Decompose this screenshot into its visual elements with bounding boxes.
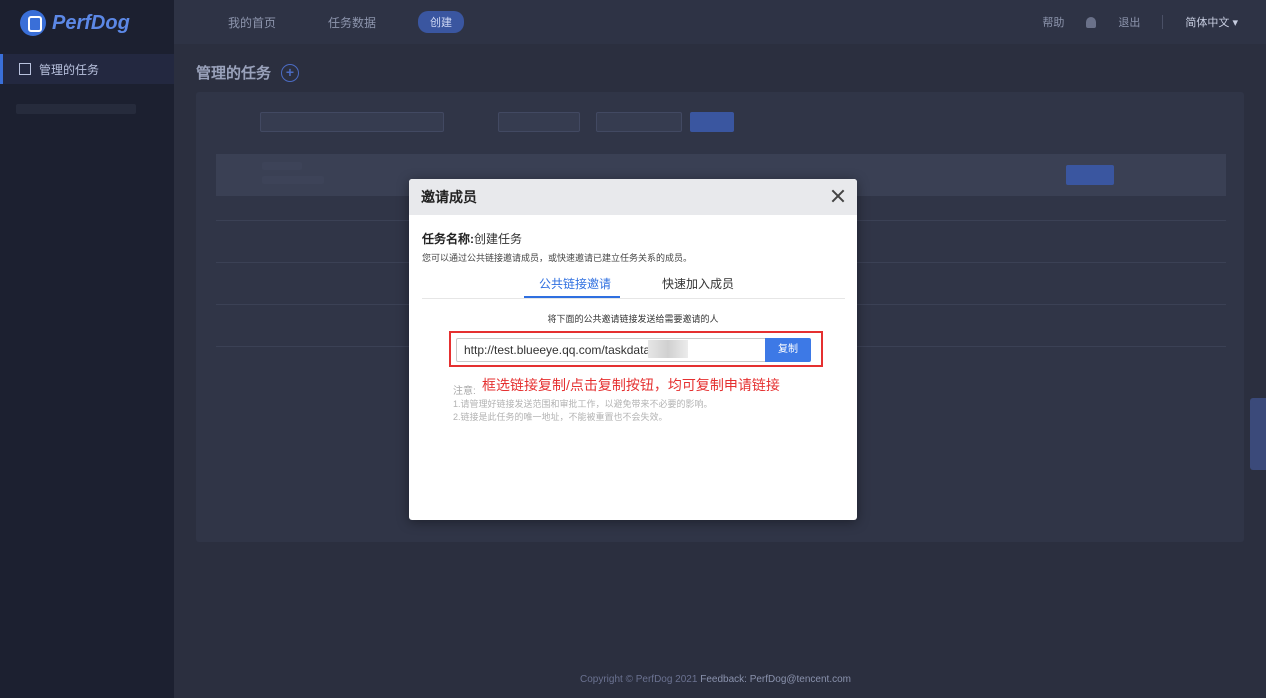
- footer: Copyright © PerfDog 2021 Feedback: PerfD…: [580, 674, 851, 685]
- side-float-toolbar[interactable]: [1250, 398, 1266, 470]
- invite-button-bg[interactable]: [1066, 165, 1114, 185]
- invite-link-field[interactable]: http://test.blueeye.qq.com/taskdata/: [456, 338, 766, 362]
- top-bar: 我的首页 任务数据 创建 帮助 退出 简体中文 ▾: [174, 0, 1266, 44]
- task-name-row: 任务名称:创建任务: [422, 230, 522, 247]
- divider: [1162, 15, 1164, 29]
- help-link[interactable]: 帮助: [1042, 14, 1064, 30]
- annotation-text: 框选链接复制/点击复制按钮，均可复制申请链接: [482, 377, 780, 393]
- sidebar-placeholder: [16, 104, 136, 114]
- copy-button[interactable]: 复制: [765, 338, 811, 362]
- invite-members-dialog: 邀请成员 任务名称:创建任务 您可以通过公共链接邀请成员，或快速邀请已建立任务关…: [409, 179, 857, 520]
- redacted-blur: [648, 340, 688, 358]
- logout-link[interactable]: 退出: [1118, 14, 1140, 30]
- tab-quick-add[interactable]: 快速加入成员: [662, 275, 734, 292]
- page-title: 管理的任务 +: [196, 62, 300, 83]
- tab-task-data[interactable]: 任务数据: [328, 14, 376, 31]
- link-hint: 将下面的公共邀请链接发送给需要邀请的人: [547, 314, 719, 324]
- sidebar-item-managed-tasks[interactable]: 管理的任务: [0, 54, 174, 84]
- dialog-title: 邀请成员: [421, 189, 477, 205]
- search-button[interactable]: [690, 112, 734, 132]
- note-line-1: 1.请管理好链接发送范围和审批工作，以避免带来不必要的影响。: [453, 399, 713, 409]
- tab-home[interactable]: 我的首页: [228, 14, 276, 31]
- dialog-description: 您可以通过公共链接邀请成员，或快速邀请已建立任务关系的成员。: [422, 253, 693, 263]
- close-icon[interactable]: [831, 189, 845, 203]
- logo-mark-icon: [20, 10, 46, 36]
- row-placeholder: [262, 176, 324, 184]
- create-pill-button[interactable]: 创建: [418, 11, 465, 33]
- task-name-filter-input[interactable]: [260, 112, 444, 132]
- task-list-icon: [19, 63, 31, 75]
- invite-tabs: 公共链接邀请 快速加入成员: [422, 271, 845, 299]
- tab-public-link[interactable]: 公共链接邀请: [539, 275, 611, 292]
- note-label: 注意:: [453, 386, 476, 397]
- active-tab-indicator: [524, 296, 620, 298]
- language-select[interactable]: 简体中文 ▾: [1185, 14, 1238, 30]
- bell-icon[interactable]: [1086, 16, 1097, 28]
- start-date-input[interactable]: [498, 112, 580, 132]
- task-name-key: 任务名称:: [422, 232, 474, 246]
- footer-copyright: Copyright © PerfDog 2021: [580, 674, 701, 685]
- top-right-menu: 帮助 退出 简体中文 ▾: [1042, 0, 1238, 44]
- end-date-input[interactable]: [596, 112, 682, 132]
- add-task-button[interactable]: +: [281, 63, 300, 82]
- sidebar-item-label: 管理的任务: [39, 62, 100, 77]
- row-placeholder: [262, 162, 302, 170]
- note-line-2: 2.链接是此任务的唯一地址，不能被重置也不会失效。: [453, 412, 668, 422]
- dialog-header: 邀请成员: [409, 179, 857, 215]
- footer-feedback[interactable]: Feedback: PerfDog@tencent.com: [700, 674, 851, 685]
- logo-text: PerfDog: [52, 11, 130, 34]
- page-title-text: 管理的任务: [196, 65, 272, 82]
- sidebar: PerfDog 管理的任务: [0, 0, 174, 698]
- task-name-value: 创建任务: [474, 232, 523, 246]
- logo: PerfDog: [20, 10, 130, 36]
